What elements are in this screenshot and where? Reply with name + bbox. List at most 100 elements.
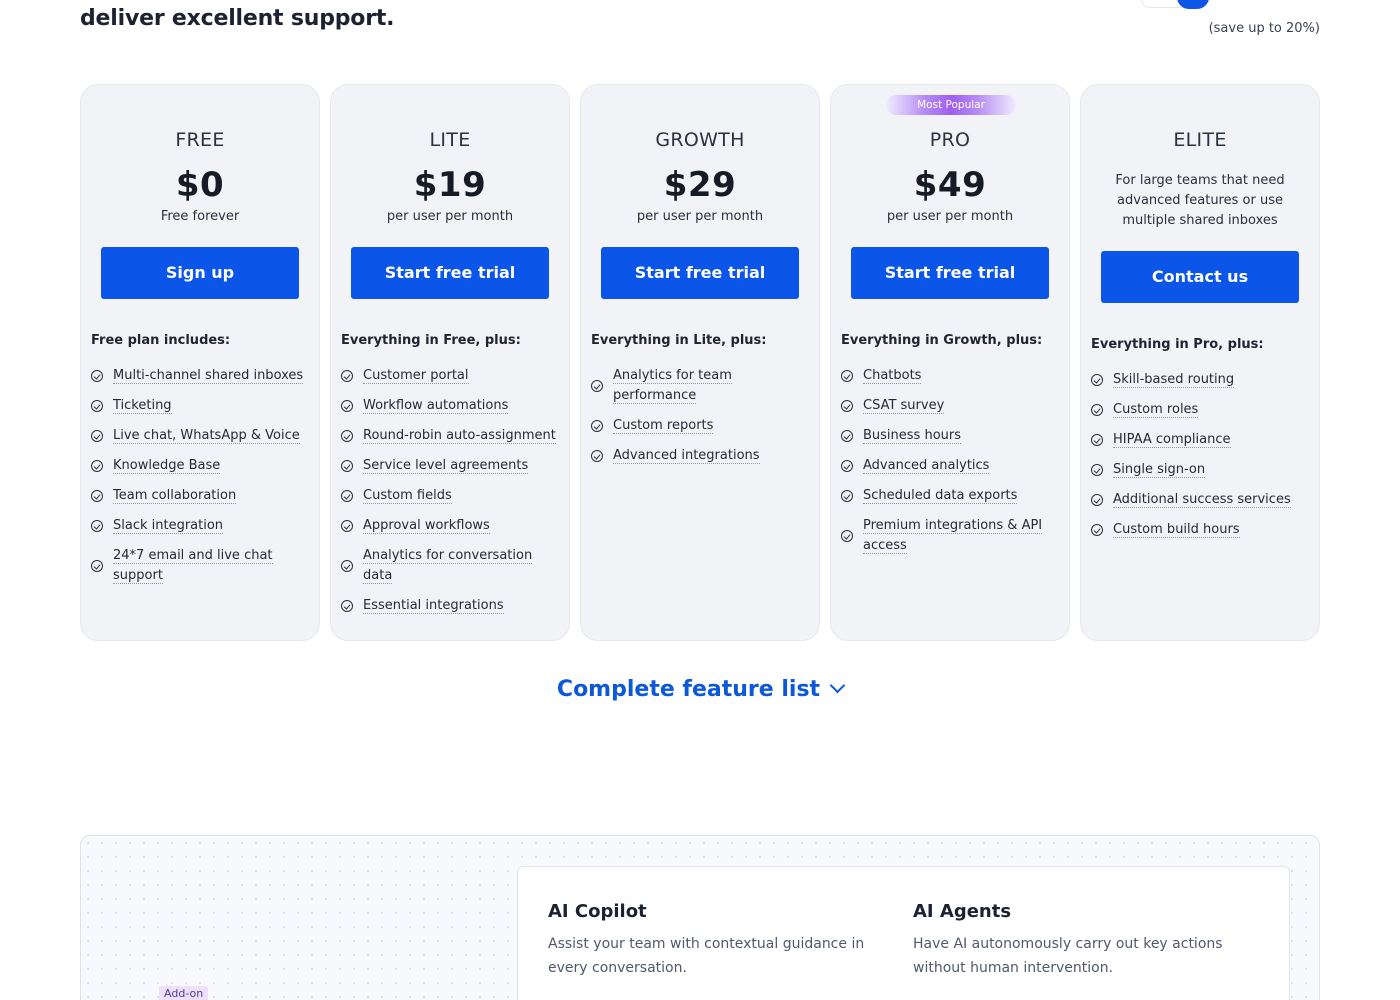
check-circle-icon [1091,524,1103,536]
plan-includes-heading: Everything in Lite, plus: [591,333,767,348]
feature-label[interactable]: HIPAA compliance [1113,432,1231,448]
feature-label[interactable]: Essential integrations [363,598,504,614]
plan-card-pro: Most Popular PRO $49 per user per month … [830,84,1070,641]
feature-item: Single sign-on [1091,460,1309,480]
plan-price: $19 [413,165,487,205]
feature-item: Approval workflows [341,516,559,536]
feature-item: Additional success services [1091,490,1309,510]
feature-label[interactable]: Live chat, WhatsApp & Voice [113,428,300,444]
feature-label[interactable]: Scheduled data exports [863,488,1018,504]
feature-label[interactable]: Premium integrations & API access [863,518,1043,554]
feature-label[interactable]: Custom reports [613,418,714,434]
check-circle-icon [841,490,853,502]
sign-up-button[interactable]: Sign up [101,247,299,299]
feature-label[interactable]: Chatbots [863,368,922,384]
feature-item: 24*7 email and live chat support [91,546,309,586]
ai-agents-description: Have AI autonomously carry out key actio… [913,936,1223,976]
check-circle-icon [341,430,353,442]
ai-agents-title: AI Agents [913,901,1012,922]
feature-label[interactable]: Single sign-on [1113,462,1206,478]
feature-label[interactable]: Custom build hours [1113,522,1240,538]
feature-label[interactable]: Advanced analytics [863,458,990,474]
feature-item: Analytics for team performance [591,366,809,406]
complete-feature-list-link[interactable]: Complete feature list [0,677,1400,702]
most-popular-badge: Most Popular [886,95,1016,115]
ai-agents-block: AI Agents Have AI autonomously carry out… [913,901,1243,980]
feature-label[interactable]: Multi-channel shared inboxes [113,368,304,384]
feature-list: Multi-channel shared inboxes Ticketing L… [91,366,309,586]
plan-name: PRO [929,129,971,151]
feature-item: Essential integrations [341,596,559,616]
feature-item: CSAT survey [841,396,1059,416]
feature-label[interactable]: Business hours [863,428,962,444]
check-circle-icon [91,400,103,412]
feature-label[interactable]: CSAT survey [863,398,945,414]
plan-price-sub: Free forever [160,209,240,224]
feature-item: Customer portal [341,366,559,386]
save-note: (save up to 20%) [1208,21,1320,36]
check-circle-icon [1091,404,1103,416]
feature-label[interactable]: Team collaboration [113,488,237,504]
feature-label[interactable]: Analytics for conversation data [363,548,533,584]
addon-panel: Add-on AI Copilot Assist your team with … [80,835,1320,1000]
plan-name: ELITE [1173,129,1227,151]
feature-label[interactable]: Customer portal [363,368,469,384]
check-circle-icon [341,460,353,472]
toggle-knob[interactable] [1177,0,1209,9]
check-circle-icon [341,490,353,502]
feature-label[interactable]: Skill-based routing [1113,372,1235,388]
ai-copilot-description: Assist your team with contextual guidanc… [548,936,865,976]
feature-label[interactable]: Analytics for team performance [613,368,732,404]
feature-list-label[interactable]: Complete feature list [557,677,820,702]
page-headline: deliver excellent support. [80,6,395,31]
feature-label[interactable]: Advanced integrations [613,448,760,464]
feature-label[interactable]: Knowledge Base [113,458,221,474]
feature-item: Slack integration [91,516,309,536]
plan-card-growth: GROWTH $29 per user per month Start free… [580,84,820,641]
ai-copilot-title: AI Copilot [548,901,647,922]
check-circle-icon [91,560,103,572]
feature-label[interactable]: Ticketing [113,398,172,414]
feature-label[interactable]: Workflow automations [363,398,509,414]
contact-us-button[interactable]: Contact us [1101,251,1299,303]
feature-item: Ticketing [91,396,309,416]
plan-includes-heading: Everything in Growth, plus: [841,333,1043,348]
feature-item: Knowledge Base [91,456,309,476]
feature-item: Multi-channel shared inboxes [91,366,309,386]
feature-item: Service level agreements [341,456,559,476]
plan-price: $49 [913,165,987,205]
feature-label[interactable]: Slack integration [113,518,224,534]
feature-item: Skill-based routing [1091,370,1309,390]
ai-addons-card: AI Copilot Assist your team with context… [517,866,1290,1000]
feature-label[interactable]: Custom fields [363,488,452,504]
check-circle-icon [591,380,603,392]
check-circle-icon [841,370,853,382]
plan-includes-heading: Free plan includes: [91,333,231,348]
check-circle-icon [1091,374,1103,386]
start-free-trial-button[interactable]: Start free trial [601,247,799,299]
plan-price: $29 [663,165,737,205]
feature-label[interactable]: Service level agreements [363,458,529,474]
feature-label[interactable]: Approval workflows [363,518,490,534]
feature-label[interactable]: Additional success services [1113,492,1291,508]
billing-toggle[interactable] [1140,0,1210,9]
feature-list: Customer portal Workflow automations Rou… [341,366,559,616]
check-circle-icon [341,600,353,612]
start-free-trial-button[interactable]: Start free trial [851,247,1049,299]
feature-item: HIPAA compliance [1091,430,1309,450]
feature-label[interactable]: Round-robin auto-assignment [363,428,556,444]
plan-name: GROWTH [655,129,745,151]
check-circle-icon [1091,464,1103,476]
plan-card-lite: LITE $19 per user per month Start free t… [330,84,570,641]
plan-price-sub: per user per month [386,209,514,224]
feature-label[interactable]: 24*7 email and live chat support [113,548,273,584]
plan-includes-heading: Everything in Pro, plus: [1091,337,1264,352]
check-circle-icon [91,490,103,502]
feature-label[interactable]: Custom roles [1113,402,1199,418]
feature-list: Skill-based routing Custom roles HIPAA c… [1091,370,1309,540]
check-circle-icon [91,430,103,442]
chevron-down-icon[interactable] [829,677,846,694]
feature-list: Analytics for team performance Custom re… [591,366,809,466]
plan-description: For large teams that need advanced featu… [1115,173,1285,228]
start-free-trial-button[interactable]: Start free trial [351,247,549,299]
